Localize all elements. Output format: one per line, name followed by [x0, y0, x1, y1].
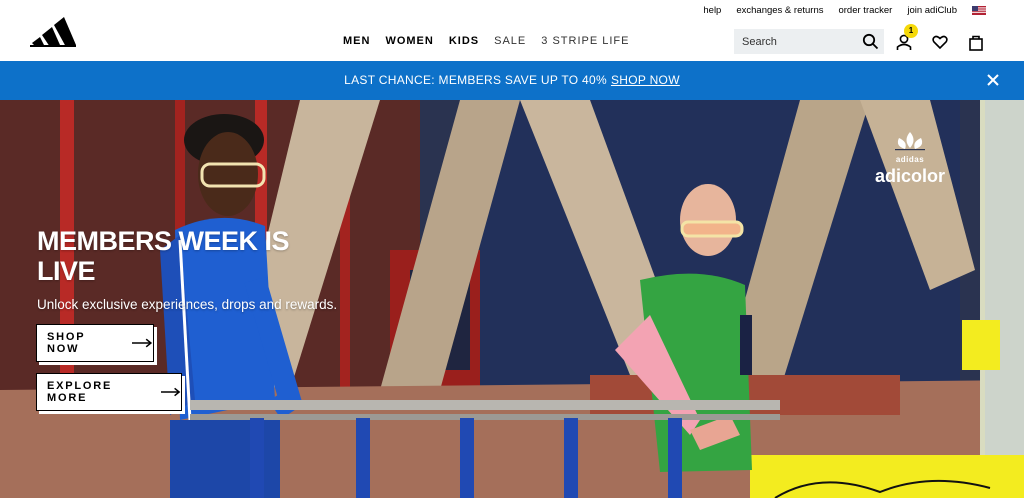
adidas-wordmark: adidas [895, 155, 925, 164]
nav-women[interactable]: WOMEN [385, 35, 433, 47]
adicolor-brand-mark: adidas adicolor [870, 130, 950, 187]
adidas-logo[interactable] [30, 15, 76, 47]
nav-kids[interactable]: KIDS [449, 35, 479, 47]
search-box [734, 29, 884, 54]
help-link[interactable]: help [703, 5, 721, 16]
nav-men[interactable]: MEN [343, 35, 370, 47]
arrow-right-icon [132, 338, 153, 348]
join-adiclub-link[interactable]: join adiClub [907, 5, 957, 16]
shopping-bag-icon[interactable] [967, 33, 985, 51]
shop-now-button[interactable]: SHOP NOW [36, 324, 154, 362]
hero-subtitle: Unlock exclusive experiences, drops and … [37, 297, 338, 312]
explore-more-label: EXPLORE MORE [47, 380, 113, 404]
wishlist-heart-icon[interactable] [931, 33, 949, 51]
arrow-right-icon [161, 387, 181, 397]
close-icon[interactable] [986, 73, 1000, 87]
explore-more-button[interactable]: EXPLORE MORE [36, 373, 182, 411]
nav-3-stripe-life[interactable]: 3 STRIPE LIFE [541, 35, 629, 47]
promo-shop-now-link[interactable]: SHOP NOW [611, 73, 680, 87]
search-input[interactable] [742, 35, 860, 48]
adicolor-wordmark: adicolor [874, 166, 945, 186]
nav-sale[interactable]: SALE [494, 35, 526, 47]
site-header: help exchanges & returns order tracker j… [0, 0, 1024, 61]
order-tracker-link[interactable]: order tracker [838, 5, 892, 16]
us-flag-icon[interactable] [972, 6, 986, 15]
exchanges-returns-link[interactable]: exchanges & returns [736, 5, 823, 16]
account-badge: 1 [904, 24, 918, 38]
trefoil-logo-icon [895, 132, 925, 151]
promo-text: LAST CHANCE: MEMBERS SAVE UP TO 40% [344, 73, 607, 87]
utility-links: help exchanges & returns order tracker j… [703, 5, 986, 16]
promo-banner: LAST CHANCE: MEMBERS SAVE UP TO 40% SHOP … [0, 61, 1024, 100]
main-nav: MEN WOMEN KIDS SALE 3 STRIPE LIFE [343, 35, 629, 47]
hero-banner[interactable]: adidas adicolor MEMBERS WEEK IS LIVE Unl… [0, 100, 1024, 498]
search-icon[interactable] [862, 33, 879, 50]
shop-now-label: SHOP NOW [47, 331, 86, 355]
hero-title: MEMBERS WEEK IS LIVE [37, 226, 290, 286]
